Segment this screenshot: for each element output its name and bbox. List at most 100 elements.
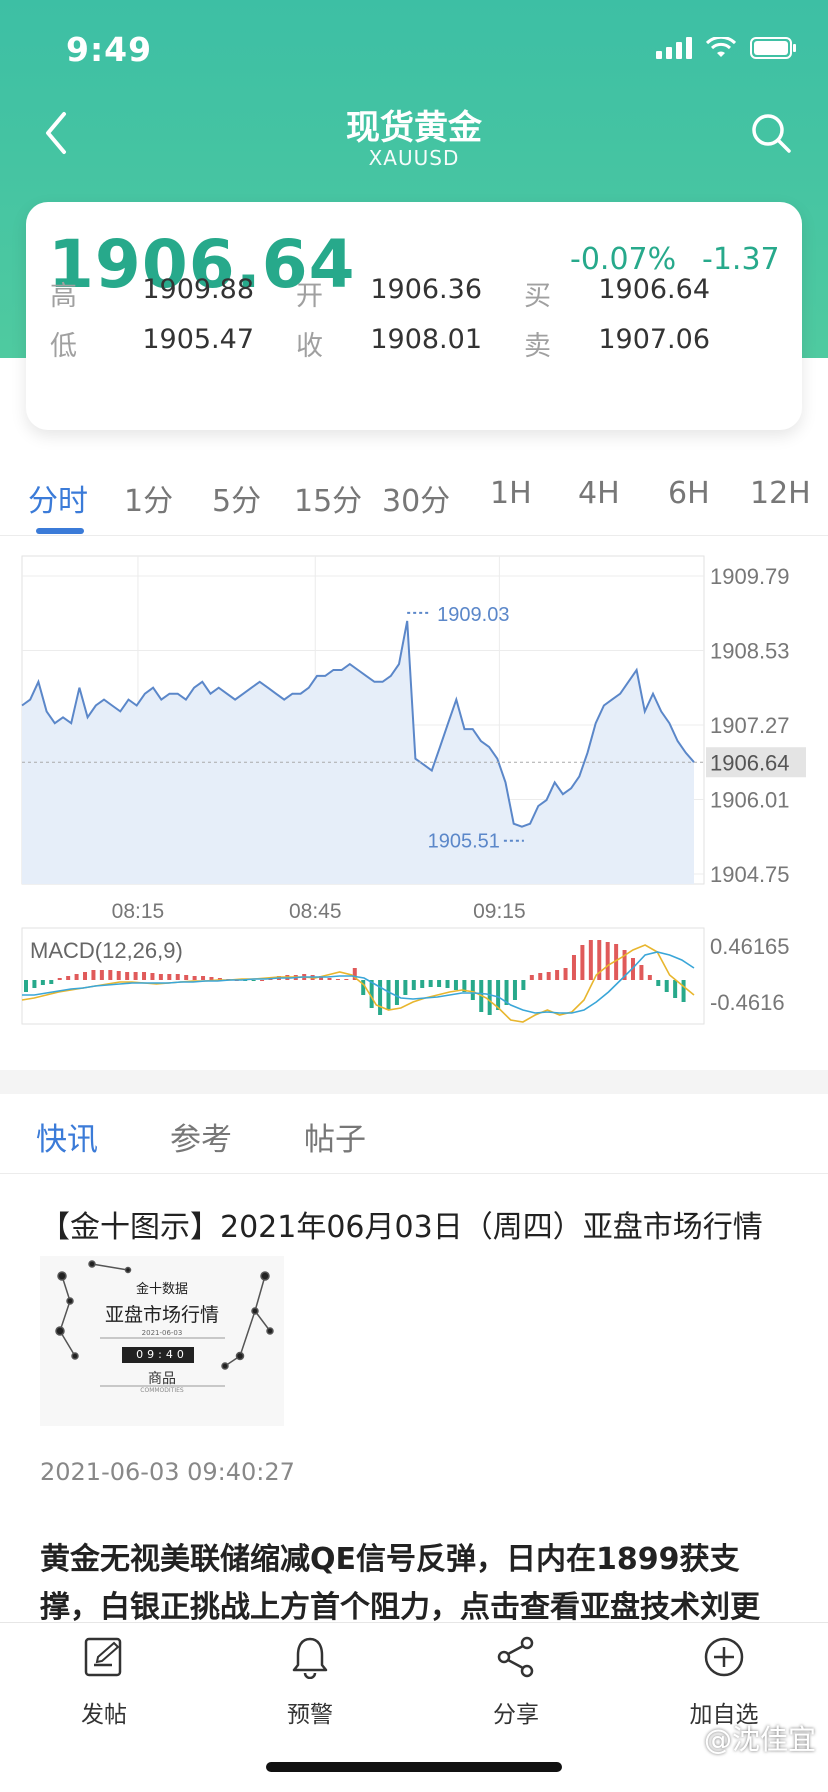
sell-value: 1907.06 bbox=[598, 324, 710, 355]
macd-bar bbox=[91, 970, 96, 980]
tab-period-7[interactable]: 6H bbox=[668, 476, 710, 511]
sell-label: 卖 bbox=[524, 331, 551, 362]
macd-bar bbox=[57, 978, 62, 980]
macd-bar bbox=[32, 980, 37, 988]
time-tick-label: 08:45 bbox=[289, 900, 342, 923]
macd-bar bbox=[66, 976, 71, 980]
macd-bar bbox=[588, 940, 593, 980]
change-percent: -0.07% bbox=[570, 242, 677, 277]
macd-bar bbox=[133, 972, 138, 980]
macd-bar bbox=[158, 974, 163, 980]
macd-bar bbox=[209, 977, 214, 980]
macd-bar bbox=[192, 976, 197, 980]
page-subtitle: XAUUSD bbox=[368, 146, 460, 170]
open-label: 开 bbox=[296, 281, 323, 312]
tab-period-6[interactable]: 4H bbox=[578, 476, 620, 511]
thumb-date: 2021-06-03 bbox=[141, 1329, 183, 1337]
home-indicator[interactable] bbox=[266, 1762, 562, 1772]
edit-icon bbox=[84, 1637, 122, 1677]
macd-bar bbox=[555, 970, 560, 980]
page-title: 现货黄金 bbox=[346, 108, 482, 148]
macd-bar bbox=[260, 980, 265, 981]
share-label: 分享 bbox=[493, 1702, 539, 1728]
add-watchlist-button[interactable]: 加自选 bbox=[664, 1635, 784, 1729]
bell-icon bbox=[292, 1637, 328, 1679]
news-tabs: 快讯 参考 帖子 bbox=[0, 1094, 828, 1174]
max-label: 1909.03 bbox=[437, 604, 509, 626]
price-area bbox=[22, 620, 694, 884]
news-item-2[interactable]: 黄金无视美联储缩减QE信号反弹，日内在1899获支撑，白银正挑战上方首个阻力，点… bbox=[40, 1536, 790, 1632]
news-timestamp: 2021-06-03 09:40:27 bbox=[40, 1458, 295, 1486]
macd-bar bbox=[142, 972, 147, 980]
chart-area[interactable]: 1909.79 1908.53 1907.27 1906.01 1904.75 1906.… bbox=[0, 550, 828, 1030]
status-icons bbox=[656, 36, 798, 60]
price-tick-label: 1907.27 bbox=[710, 713, 790, 738]
price-tick-label: 1906.01 bbox=[710, 788, 790, 813]
share-icon bbox=[497, 1636, 534, 1678]
signal-icon bbox=[656, 37, 692, 59]
alert-label: 预警 bbox=[287, 1702, 333, 1728]
macd-bar bbox=[529, 975, 534, 980]
thumb-category-en: COMMODITIES bbox=[140, 1387, 184, 1394]
macd-bar bbox=[108, 970, 113, 980]
thumb-brand: 金十数据 bbox=[135, 1282, 188, 1297]
macd-bar bbox=[74, 974, 79, 980]
tab-period-3[interactable]: 15分 bbox=[294, 476, 362, 520]
macd-bar bbox=[521, 980, 526, 990]
plus-circle-icon bbox=[704, 1637, 744, 1677]
macd-bar bbox=[335, 979, 340, 980]
tab-flash-news[interactable]: 快讯 bbox=[36, 1114, 98, 1159]
news-title[interactable]: 【金十图示】2021年06月03日（周四）亚盘市场行情 bbox=[40, 1202, 800, 1246]
status-time: 9:49 bbox=[66, 30, 153, 69]
alert-button[interactable]: 预警 bbox=[250, 1635, 370, 1729]
post-label: 发帖 bbox=[81, 1702, 127, 1728]
thumb-heading: 亚盘市场行情 bbox=[104, 1304, 219, 1326]
price-tick-label: 1904.75 bbox=[710, 862, 790, 887]
thumb-category: 商品 bbox=[148, 1371, 176, 1387]
tab-period-0[interactable]: 分时 bbox=[28, 476, 88, 520]
macd-bar bbox=[184, 975, 189, 980]
tab-period-5[interactable]: 1H bbox=[490, 476, 532, 511]
macd-bar bbox=[24, 980, 28, 992]
macd-bar bbox=[563, 968, 568, 980]
thumb-clock: 09:40 bbox=[136, 1348, 188, 1361]
tab-period-2[interactable]: 5分 bbox=[212, 476, 261, 520]
close-label: 收 bbox=[296, 331, 323, 362]
macd-bar bbox=[437, 980, 442, 987]
tab-period-4[interactable]: 30分 bbox=[382, 476, 450, 520]
tab-period-1[interactable]: 1分 bbox=[124, 476, 173, 520]
min-label: 1905.51 bbox=[428, 831, 500, 853]
news-thumbnail[interactable]: 金十数据 亚盘市场行情 2021-06-03 09:40 商品 COMMODIT… bbox=[40, 1256, 284, 1426]
post-button[interactable]: 发帖 bbox=[44, 1635, 164, 1729]
macd-bar bbox=[487, 980, 492, 1015]
section-divider bbox=[0, 1070, 828, 1094]
time-axis-labels: 08:15 08:45 09:15 bbox=[112, 900, 526, 923]
price-tick-label: 1909.79 bbox=[710, 564, 790, 589]
macd-bar bbox=[201, 976, 206, 980]
change-absolute: -1.37 bbox=[702, 242, 780, 277]
macd-bar bbox=[378, 980, 383, 1015]
tab-period-8[interactable]: 12H bbox=[750, 476, 811, 511]
battery-icon bbox=[750, 37, 796, 59]
tab-posts[interactable]: 帖子 bbox=[304, 1114, 366, 1159]
macd-bar bbox=[40, 980, 45, 985]
quote-card: 1906.64 -0.07% -1.37 高 1909.88 开 1906.36… bbox=[26, 202, 802, 430]
macd-bar bbox=[251, 980, 256, 981]
macd-bar bbox=[420, 980, 425, 988]
price-chart[interactable]: 1909.79 1908.53 1907.27 1906.01 1904.75 1906.… bbox=[0, 550, 828, 1030]
share-button[interactable]: 分享 bbox=[456, 1635, 576, 1729]
tab-reference[interactable]: 参考 bbox=[170, 1114, 232, 1159]
macd-bar bbox=[445, 980, 450, 988]
macd-bar bbox=[656, 980, 661, 986]
macd-bar bbox=[470, 980, 475, 1000]
nav-bar: 现货黄金 XAUUSD bbox=[0, 100, 828, 190]
macd-bar bbox=[580, 945, 585, 980]
price-tick-label: 1908.53 bbox=[710, 639, 790, 664]
low-label: 低 bbox=[50, 331, 77, 362]
watermark: @沈佳宜 bbox=[703, 1723, 816, 1756]
current-price-label: 1906.64 bbox=[710, 750, 790, 775]
macd-bar bbox=[538, 973, 543, 980]
macd-bar bbox=[99, 970, 104, 980]
macd-bar bbox=[344, 979, 349, 980]
search-icon[interactable] bbox=[748, 110, 794, 156]
